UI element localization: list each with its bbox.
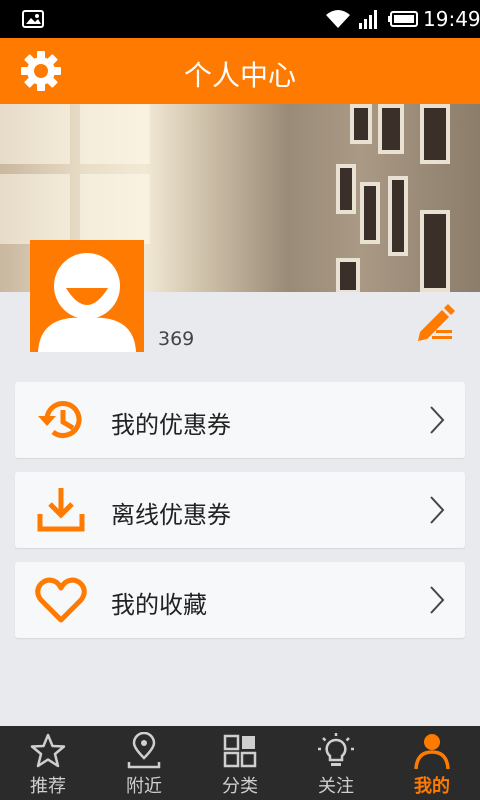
menu-item-favorites[interactable]: 我的收藏: [15, 562, 465, 638]
menu-label: 我的收藏: [111, 591, 207, 619]
picture-notification-icon: [22, 10, 44, 28]
avatar[interactable]: [30, 240, 144, 352]
menu-label: 离线优惠券: [111, 501, 231, 529]
tab-label: 我的: [414, 776, 450, 797]
menu-item-offline-coupons[interactable]: 离线优惠券: [15, 472, 465, 548]
tab-recommend[interactable]: 推荐: [0, 726, 96, 800]
menu-label: 我的优惠券: [111, 411, 231, 439]
username: 369: [158, 328, 195, 350]
signal-icon: [359, 10, 377, 29]
tab-category[interactable]: 分类: [192, 726, 288, 800]
location-icon: [127, 732, 161, 769]
tab-mine[interactable]: 我的: [384, 726, 480, 800]
tab-label: 关注: [318, 776, 354, 797]
chevron-right-icon: [430, 496, 445, 524]
history-icon: [38, 401, 82, 438]
battery-icon: [388, 11, 418, 27]
tab-label: 附近: [126, 776, 162, 797]
chevron-right-icon: [430, 406, 445, 434]
lightbulb-icon: [318, 733, 354, 766]
wifi-icon: [326, 10, 350, 28]
tab-nearby[interactable]: 附近: [96, 726, 192, 800]
status-time: 19:49: [423, 7, 480, 31]
heart-icon: [35, 577, 87, 623]
grid-icon: [223, 734, 257, 768]
tab-follow[interactable]: 关注: [288, 726, 384, 800]
status-bar: 19:49: [0, 0, 480, 38]
download-icon: [37, 488, 85, 532]
chevron-right-icon: [430, 586, 445, 614]
tab-label: 推荐: [30, 776, 66, 797]
star-icon: [30, 733, 66, 768]
person-icon: [414, 734, 450, 770]
tab-label: 分类: [222, 776, 258, 797]
edit-icon[interactable]: [414, 302, 456, 342]
header: 个人中心: [0, 38, 480, 104]
bottom-tab-bar: 推荐 附近 分类 关注 我的: [0, 726, 480, 800]
page-title: 个人中心: [183, 59, 296, 92]
avatar-icon: [38, 253, 136, 352]
menu-item-my-coupons[interactable]: 我的优惠券: [15, 382, 465, 458]
